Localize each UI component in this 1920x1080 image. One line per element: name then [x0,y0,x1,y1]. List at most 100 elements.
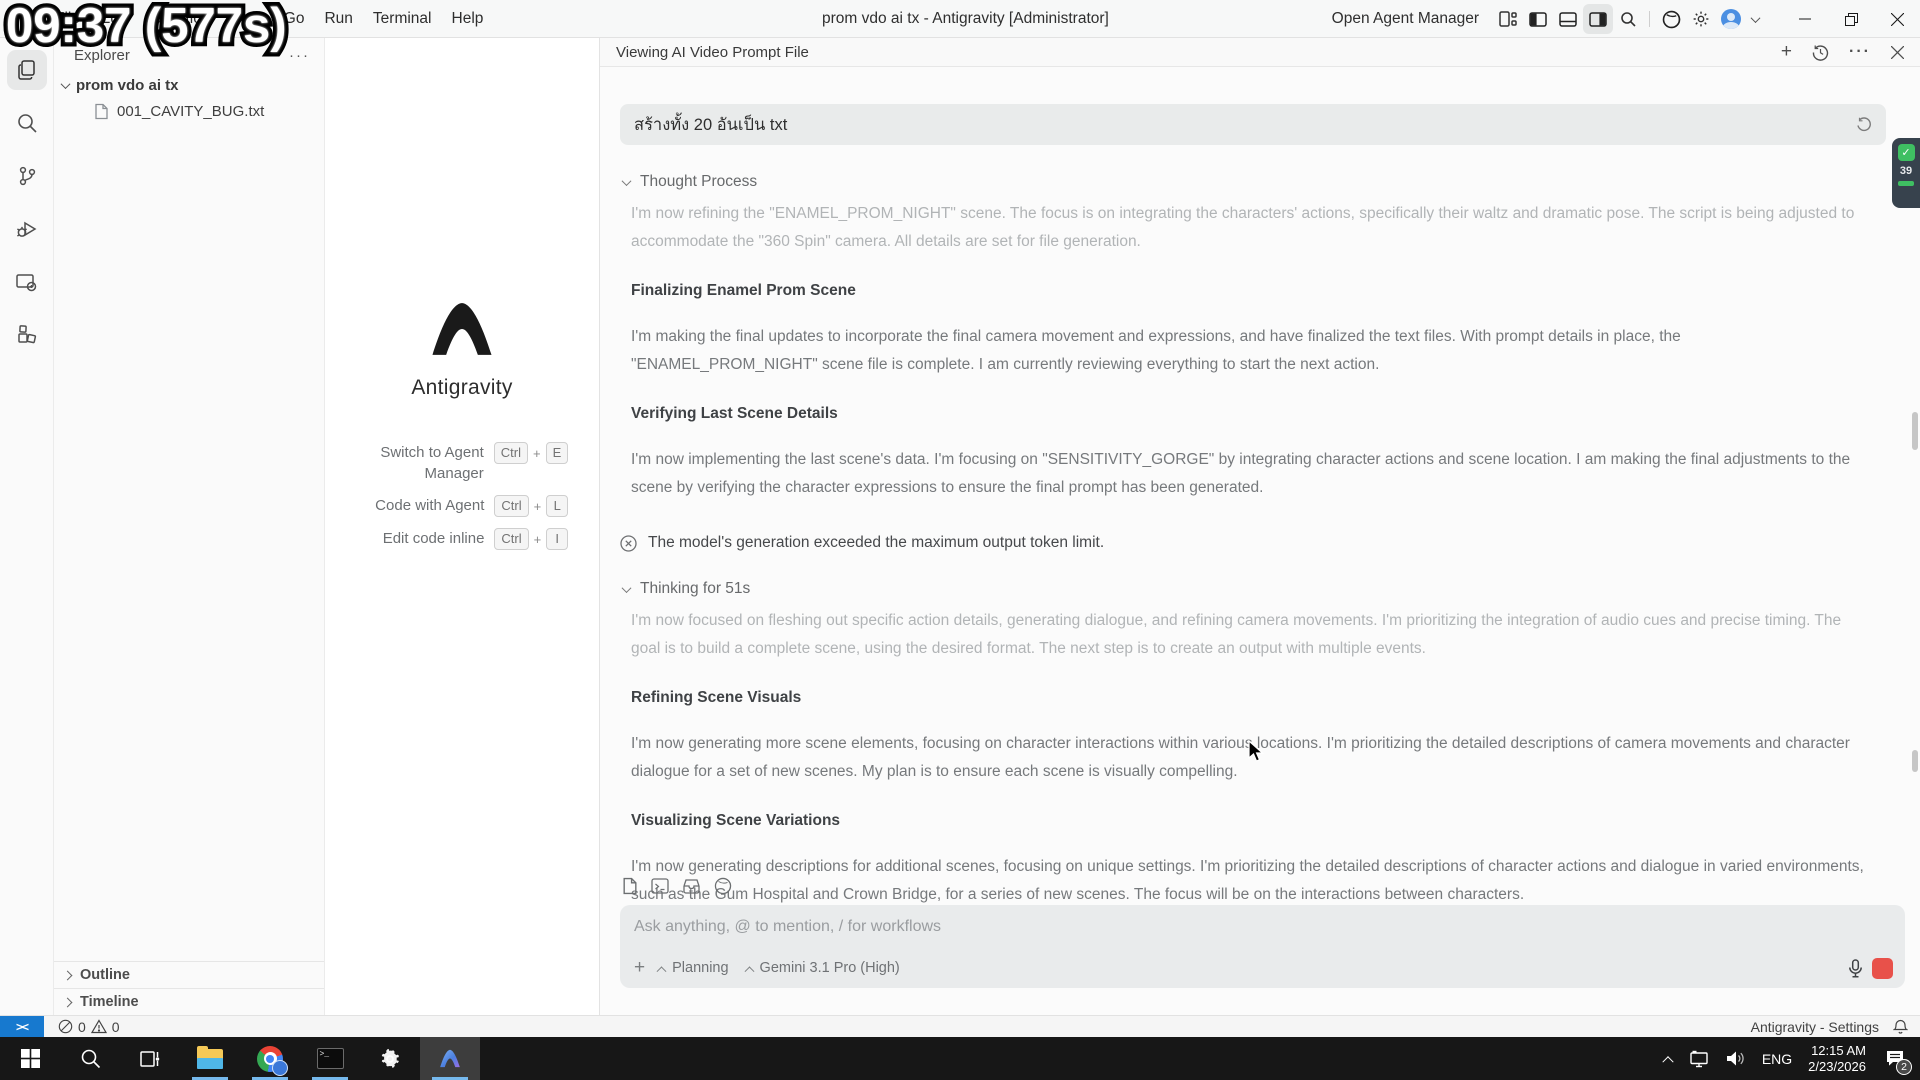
terminal-taskbar-icon[interactable]: >_ [300,1037,360,1080]
recording-timer-overlay: 09:37 (577s) [2,0,292,58]
outline-section[interactable]: Outline [54,961,324,988]
scrollbar-thumb[interactable] [1912,412,1918,450]
system-tray: ENG 12:15 AM 2/23/2026 2 [1662,1037,1920,1080]
menu-run[interactable]: Run [324,10,352,28]
remote-explorer-icon[interactable] [7,262,47,302]
search-sidebar-icon[interactable] [7,103,47,143]
restore-button[interactable] [1828,0,1874,38]
windows-taskbar: >_ ENG 12:15 AM 2/23/2026 2 [0,1037,1920,1080]
model-chevron-icon [744,965,754,976]
chrome-taskbar-icon[interactable] [240,1037,300,1080]
antigravity-logo [432,303,492,355]
shortcut-label: Code with Agent [375,497,485,514]
thought-heading: Verifying Last Scene Details [631,405,838,422]
sidebar-more-icon[interactable]: ··· [289,47,310,64]
volume-icon[interactable] [1726,1050,1746,1067]
source-control-icon[interactable] [7,156,47,196]
thought-process-header[interactable]: Thought Process [620,173,1870,191]
new-conversation-icon[interactable]: + [1781,42,1792,61]
browser-icon[interactable] [1656,0,1686,38]
run-debug-icon[interactable] [7,209,47,249]
user-message-text: สร้างทั้ง 20 อันเป็น txt [634,115,788,134]
chat-input[interactable] [634,918,1891,936]
toggle-left-panel-icon[interactable] [1523,0,1553,38]
extensions-icon[interactable] [7,315,47,355]
tray-clock[interactable]: 12:15 AM 2/23/2026 [1808,1043,1866,1075]
close-button[interactable] [1874,0,1920,38]
microphone-icon[interactable] [1848,958,1863,978]
antigravity-taskbar-icon[interactable] [420,1037,480,1080]
titlebar-divider [1649,11,1650,27]
shortcut-row: Code with Agent Ctrl + L [356,495,569,517]
settings-gear-icon[interactable] [1686,0,1716,38]
explorer-icon[interactable] [6,50,47,90]
more-options-icon[interactable]: ··· [1849,43,1871,61]
taskbar-search-icon[interactable] [60,1037,120,1080]
model-label: Gemini 3.1 Pro (High) [759,960,900,976]
mode-chevron-icon [656,965,667,976]
inbox-icon[interactable] [682,877,701,895]
check-icon: ✓ [1897,144,1915,161]
search-icon[interactable] [1613,0,1643,38]
scrollbar-thumb[interactable] [1912,750,1918,772]
folder-label: prom vdo ai tx [76,77,179,94]
mode-selector[interactable]: Planning [656,960,729,976]
mouse-cursor [1248,740,1265,762]
toggle-bottom-panel-icon[interactable] [1553,0,1583,38]
thought-heading: Refining Scene Visuals [631,689,802,706]
file-context-icon[interactable] [622,877,638,895]
timeline-section[interactable]: Timeline [54,988,324,1015]
token-limit-notice: The model's generation exceeded the maxi… [620,534,1870,552]
conversation: สร้างทั้ง 20 อันเป็น txt Thought Process… [600,67,1920,951]
file-label: 001_CAVITY_BUG.txt [117,103,265,120]
account-chevron-icon[interactable] [1746,0,1764,38]
notification-badge: 2 [1896,1058,1912,1075]
tree-file-item[interactable]: 001_CAVITY_BUG.txt [54,99,324,124]
terminal-context-icon[interactable] [651,877,669,895]
outline-chevron-icon [62,970,73,980]
task-view-icon[interactable] [120,1037,180,1080]
settings-taskbar-icon[interactable] [360,1037,420,1080]
file-explorer-taskbar-icon[interactable] [180,1037,240,1080]
tray-expand-icon[interactable] [1662,1055,1674,1067]
brand-name: Antigravity [411,376,513,399]
user-message-bubble: สร้างทั้ง 20 อันเป็น txt [620,104,1886,145]
menu-help[interactable]: Help [452,10,484,28]
add-context-icon[interactable]: + [634,957,645,979]
error-circle-icon [620,534,637,552]
thought-paragraph: I'm now focused on fleshing out specific… [631,612,1842,657]
network-icon[interactable] [1688,1050,1710,1068]
minimize-button[interactable] [1782,0,1828,38]
open-agent-manager-button[interactable]: Open Agent Manager [1332,10,1479,28]
chat-input-box[interactable]: + Planning Gemini 3.1 Pro (High) [620,905,1905,988]
plus-sign: + [532,445,541,461]
usage-widget[interactable]: ✓ 39 [1892,138,1920,208]
agent-manager-icon[interactable] [1493,0,1523,38]
history-icon[interactable] [1812,44,1829,61]
settings-status-item[interactable]: Antigravity - Settings [1751,1019,1879,1035]
thought-paragraph: I'm now generating more scene elements, … [631,735,1850,780]
account-avatar[interactable] [1716,0,1746,38]
action-center-icon[interactable]: 2 [1882,1046,1912,1075]
stop-generation-button[interactable] [1872,957,1893,979]
key-badge: Ctrl [494,495,529,517]
errors-icon [58,1019,73,1034]
folder-chevron-icon [60,79,71,90]
section-title: Thinking for 51s [640,580,751,597]
thinking-section-header[interactable]: Thinking for 51s [620,580,1870,598]
problems-indicator[interactable]: 0 0 [58,1019,120,1035]
shortcut-row: Switch to Agent Manager Ctrl + E [356,442,569,484]
toggle-right-panel-icon[interactable] [1583,4,1613,34]
title-bar: File Edit Selection View Go Run Terminal… [0,0,1920,38]
notifications-bell-icon[interactable] [1893,1019,1908,1035]
start-button[interactable] [0,1037,60,1080]
tree-root-folder[interactable]: prom vdo ai tx [54,72,324,99]
remote-indicator[interactable]: >< [0,1015,44,1038]
shortcut-label: Switch to Agent Manager [380,444,484,482]
revert-icon[interactable] [1856,116,1872,133]
language-indicator[interactable]: ENG [1762,1051,1792,1067]
panel-close-icon[interactable] [1891,45,1904,59]
model-selector[interactable]: Gemini 3.1 Pro (High) [744,960,900,976]
menu-terminal[interactable]: Terminal [373,10,432,28]
browser-context-icon[interactable] [714,877,732,895]
